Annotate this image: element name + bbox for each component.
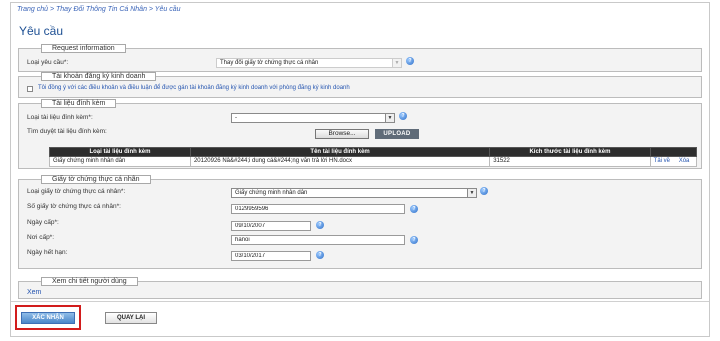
help-icon[interactable]: ? xyxy=(410,205,418,213)
id-type-value: Giấy chứng minh nhân dân xyxy=(235,190,308,196)
request-type-select[interactable]: Thay đổi giấy tờ chứng thực cá nhân ▼ xyxy=(216,58,402,68)
chevron-down-icon: ▼ xyxy=(467,189,476,197)
expiry-date-label: Ngày hết hạn: xyxy=(27,249,68,256)
footer-divider xyxy=(11,301,709,302)
agree-text: Tôi đồng ý với các điều khoản và điều lu… xyxy=(38,85,350,91)
attachments-section: Tài liệu đính kèm Loại tài liệu đính kèm… xyxy=(18,99,702,169)
expiry-date-input[interactable] xyxy=(231,251,311,261)
issue-date-label: Ngày cấp*: xyxy=(27,219,59,226)
column-header: Tên tài liệu đính kèm xyxy=(189,147,491,157)
page-title: Yêu cầu xyxy=(19,24,64,38)
confirm-button[interactable]: XÁC NHẬN xyxy=(21,312,75,324)
column-header: Loại tài liệu đính kèm xyxy=(49,147,191,157)
request-info-section: Request information Loại yêu cầu*: Thay … xyxy=(18,44,702,72)
business-account-section: Tài khoản đăng ký kinh doanh Tôi đồng ý … xyxy=(18,72,702,98)
download-link[interactable]: Tải về xyxy=(654,158,670,164)
upload-button[interactable]: UPLOAD xyxy=(375,129,419,139)
attachment-name-cell: 20120926 Nâ&#244;i dung cá&#244;ng văn t… xyxy=(189,156,491,167)
agree-checkbox[interactable] xyxy=(27,86,33,92)
table-header-row: Loại tài liệu đính kèm Tên tài liệu đính… xyxy=(49,147,698,157)
id-type-select[interactable]: Giấy chứng minh nhân dân ▼ xyxy=(231,188,477,198)
attachments-table: Loại tài liệu đính kèm Tên tài liệu đính… xyxy=(49,147,698,167)
back-button[interactable]: QUAY LẠI xyxy=(105,312,157,324)
request-type-label: Loại yêu cầu*: xyxy=(27,59,69,66)
id-document-legend: Giấy tờ chứng thực cá nhân xyxy=(41,175,151,184)
request-type-value: Thay đổi giấy tờ chứng thực cá nhân xyxy=(220,60,319,66)
attachment-actions-cell: Tải về Xóa xyxy=(649,156,698,167)
issue-date-input[interactable] xyxy=(231,221,311,231)
browse-label: Tìm duyệt tài liệu đính kèm: xyxy=(27,128,107,135)
help-icon[interactable]: ? xyxy=(316,221,324,229)
attachment-size-cell: 31522 xyxy=(489,156,651,167)
attachment-type-cell: Giấy chứng minh nhân dân xyxy=(49,156,191,167)
browse-button[interactable]: Browse... xyxy=(315,129,369,139)
user-details-legend: Xem chi tiết người dùng xyxy=(41,277,138,286)
attachment-type-label: Loại tài liệu đính kèm*: xyxy=(27,114,93,121)
attachment-type-value: - xyxy=(235,115,237,121)
attachment-type-select[interactable]: - ▼ xyxy=(231,113,395,123)
chevron-down-icon: ▼ xyxy=(385,114,394,122)
id-number-input[interactable] xyxy=(231,204,405,214)
help-icon[interactable]: ? xyxy=(399,112,407,120)
business-account-legend: Tài khoản đăng ký kinh doanh xyxy=(41,72,157,81)
request-info-legend: Request information xyxy=(41,44,126,53)
column-header xyxy=(649,147,698,157)
column-header: Kích thước tài liệu đính kèm xyxy=(489,147,651,157)
attachments-legend: Tài liệu đính kèm xyxy=(41,99,117,108)
issue-place-label: Nơi cấp*: xyxy=(27,234,55,241)
view-user-link[interactable]: Xem xyxy=(27,289,41,296)
delete-link[interactable]: Xóa xyxy=(679,158,690,164)
help-icon[interactable]: ? xyxy=(316,251,324,259)
help-icon[interactable]: ? xyxy=(480,187,488,195)
chevron-down-icon: ▼ xyxy=(392,59,401,67)
id-number-label: Số giấy tờ chứng thực cá nhân*: xyxy=(27,203,121,210)
breadcrumb[interactable]: Trang chủ > Thay Đổi Thông Tin Cá Nhân >… xyxy=(17,6,181,13)
id-document-section: Giấy tờ chứng thực cá nhân Loại giấy tờ … xyxy=(18,175,702,269)
help-icon[interactable]: ? xyxy=(410,236,418,244)
id-type-label: Loại giấy tờ chứng thực cá nhân*: xyxy=(27,188,126,195)
user-details-section: Xem chi tiết người dùng Xem xyxy=(18,277,702,299)
help-icon[interactable]: ? xyxy=(406,57,414,65)
main-frame: Trang chủ > Thay Đổi Thông Tin Cá Nhân >… xyxy=(10,2,710,337)
table-row: Giấy chứng minh nhân dân 20120926 Nâ&#24… xyxy=(49,156,698,167)
issue-place-input[interactable] xyxy=(231,235,405,245)
